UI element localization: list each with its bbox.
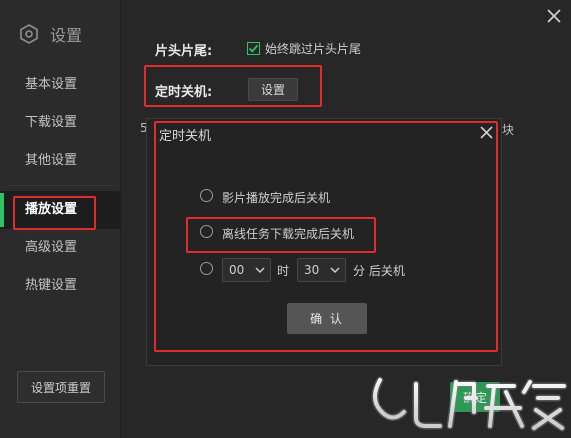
dialog-ok-button[interactable]: 确 认 [287,303,367,334]
minute-value: 30 [304,263,320,277]
minute-select[interactable]: 30 [297,258,346,282]
sidebar-title: 设置 [50,26,83,45]
sidebar-item-download[interactable]: 下载设置 [0,104,121,142]
radio-timed[interactable] [200,262,213,275]
sidebar-item-advanced[interactable]: 高级设置 [0,229,121,267]
checkbox-box[interactable] [247,42,260,55]
timer-shutdown-label: 定时关机: [155,85,213,100]
settings-window: 设置 基本设置 下载设置 其他设置 播放设置 高级设置 热键设置 设置项重置 片… [0,0,571,438]
timer-shutdown-dialog: 定时关机 影片播放完成后关机 离线任务下载完成后关机 00 时 30 分 后关机… [146,118,502,366]
option-after-download-label: 离线任务下载完成后关机 [222,227,355,241]
sidebar: 设置 基本设置 下载设置 其他设置 播放设置 高级设置 热键设置 设置项重置 [0,0,121,438]
chevron-down-icon [255,267,265,274]
chevron-down-icon [330,267,340,274]
dialog-title: 定时关机 [159,129,212,144]
sidebar-item-basic[interactable]: 基本设置 [0,66,121,104]
watermark-logo [371,376,568,432]
sidebar-header: 设置 [18,22,82,46]
sidebar-item-playback[interactable]: 播放设置 [0,191,121,229]
close-icon[interactable] [545,7,563,25]
settings-hexagon-icon [20,24,38,44]
skip-intro-label: 始终跳过片头片尾 [265,42,362,56]
partial-text-right: 块 [502,123,515,137]
sidebar-divider [8,185,113,186]
sidebar-item-other[interactable]: 其他设置 [0,142,121,180]
hour-select[interactable]: 00 [222,258,271,282]
sidebar-nav: 基本设置 下载设置 其他设置 播放设置 高级设置 热键设置 [0,66,121,305]
radio-after-playback[interactable] [200,189,213,202]
reset-settings-button[interactable]: 设置项重置 [17,371,105,403]
minute-unit: 分 后关机 [353,264,405,278]
timer-setting-button[interactable]: 设置 [248,78,298,101]
skip-intro-checkbox[interactable]: 始终跳过片头片尾 [247,40,361,57]
radio-after-download[interactable] [200,225,213,238]
intro-outro-label: 片头片尾: [155,44,213,59]
check-icon [248,44,259,53]
sidebar-item-hotkeys[interactable]: 热键设置 [0,267,121,305]
hour-unit: 时 [277,264,290,278]
option-after-playback-label: 影片播放完成后关机 [222,191,331,205]
hour-value: 00 [229,263,245,277]
dialog-close-icon[interactable] [479,125,494,140]
